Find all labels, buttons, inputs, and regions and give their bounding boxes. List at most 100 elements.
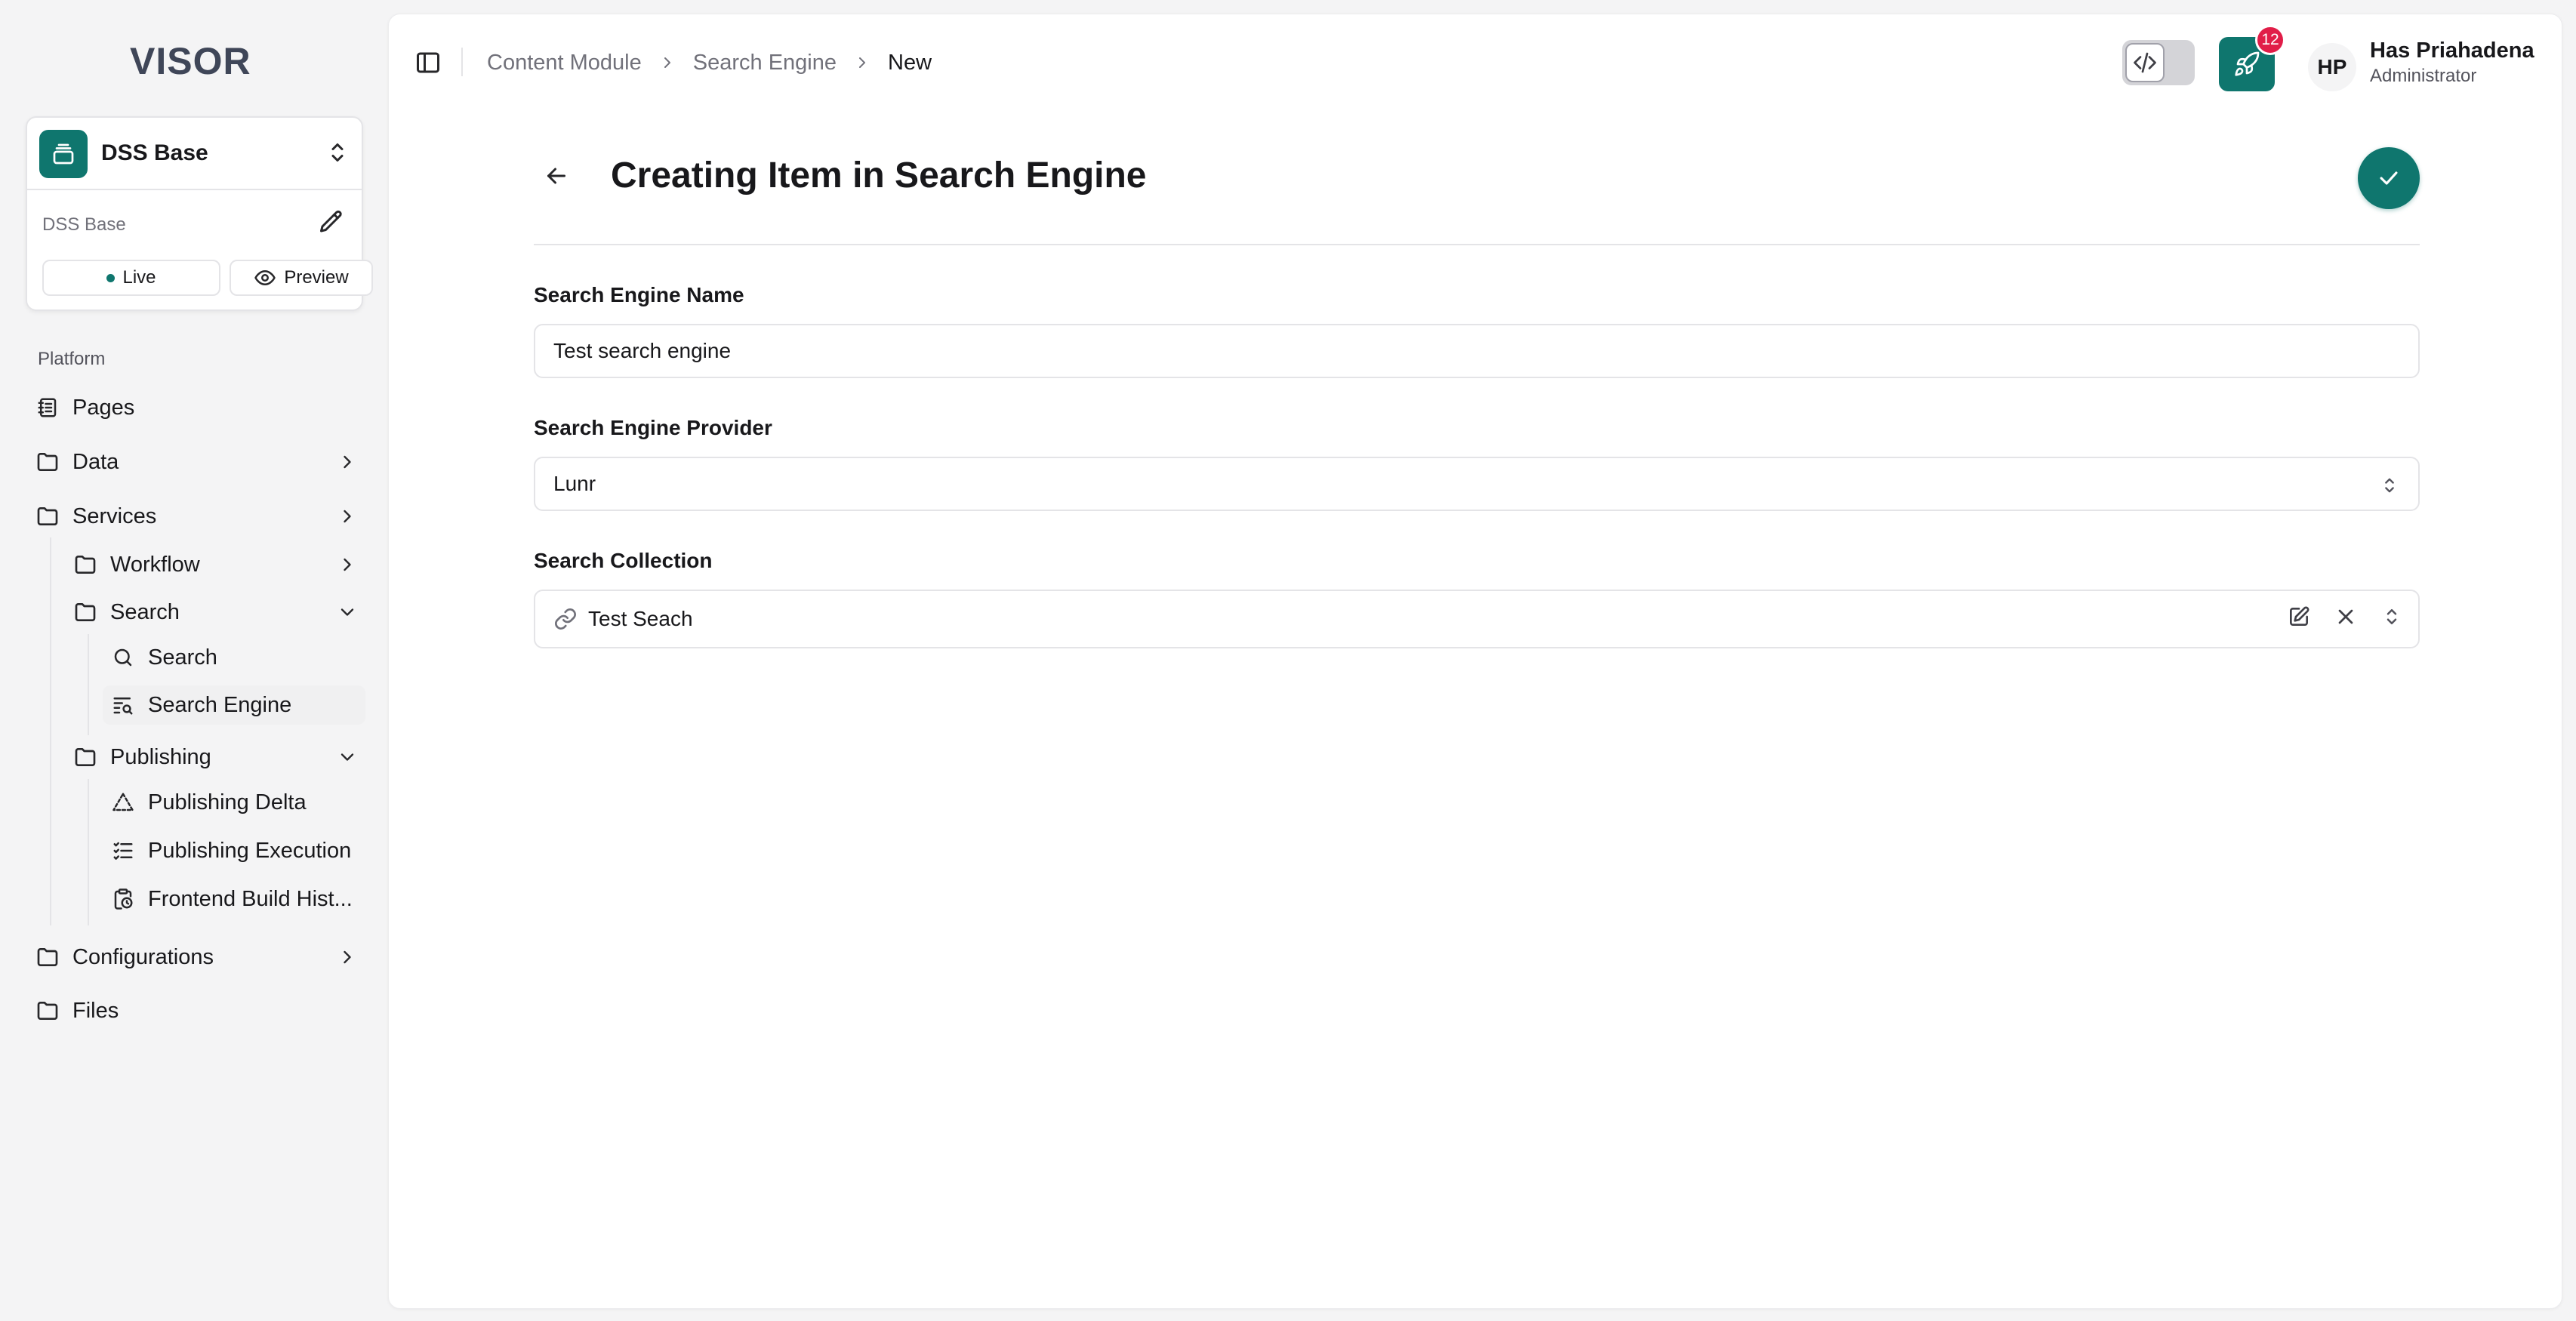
live-button[interactable]: Live: [42, 260, 220, 296]
search-icon: [110, 645, 136, 670]
link-icon: [553, 607, 578, 631]
folder-icon: [72, 744, 98, 770]
search-engine-name-input[interactable]: [553, 339, 2418, 363]
topbar-divider: [461, 48, 463, 76]
tree-line-services: [50, 537, 51, 925]
close-icon[interactable]: [2334, 605, 2358, 629]
folder-icon: [35, 944, 60, 970]
collection-selected-value: Test Seach: [588, 607, 693, 630]
sidebar-item-label: Configurations: [72, 944, 214, 969]
notebook-icon: [35, 395, 60, 420]
sidebar-item-pages[interactable]: Pages: [35, 388, 365, 427]
sidebar: VISOR DSS Base DSS Base Live Preview Pla…: [0, 0, 387, 1321]
sidebar-item-label: Data: [72, 449, 119, 474]
sidebar-item-configurations[interactable]: Configurations: [35, 938, 358, 977]
sidebar-item-label: Search: [110, 599, 180, 624]
clipboard-clock-icon: [110, 886, 136, 912]
breadcrumb: Content Module Search Engine New: [487, 48, 932, 78]
topbar: Content Module Search Engine New 12 HP H…: [389, 14, 2562, 111]
user-name: Has Priahadena: [2370, 38, 2534, 63]
page-title: Creating Item in Search Engine: [611, 156, 1147, 196]
project-switcher[interactable]: DSS Base: [27, 118, 362, 190]
chevrons-up-down-icon: [324, 139, 351, 166]
sidebar-item-files[interactable]: Files: [35, 991, 358, 1030]
collection-actions: [2287, 605, 2403, 629]
sidebar-item-frontend-build[interactable]: Frontend Build Hist...: [110, 879, 364, 919]
chevron-down-icon: [337, 747, 358, 768]
back-button[interactable]: [543, 162, 570, 189]
sidebar-item-label: Files: [72, 998, 119, 1023]
preview-button[interactable]: Preview: [230, 260, 373, 296]
live-label: Live: [122, 267, 156, 288]
sidebar-item-search-engine[interactable]: Search Engine: [103, 685, 365, 725]
check-icon: [2376, 165, 2402, 191]
tree-line-publishing: [88, 779, 89, 925]
project-subtitle: DSS Base: [42, 214, 126, 235]
pencil-icon[interactable]: [318, 208, 345, 236]
search-engine-provider-label: Search Engine Provider: [534, 416, 772, 439]
search-collection-label: Search Collection: [534, 549, 713, 572]
delta-icon: [110, 790, 136, 815]
sidebar-item-search-folder[interactable]: Search: [72, 593, 358, 632]
project-icon: [39, 130, 88, 178]
project-name: DSS Base: [101, 140, 208, 165]
rocket-icon: [2233, 51, 2260, 78]
provider-selected-value: Lunr: [553, 472, 596, 495]
sidebar-item-search[interactable]: Search: [110, 638, 364, 677]
sidebar-item-services[interactable]: Services: [35, 497, 358, 536]
arrow-left-icon: [547, 168, 565, 184]
sidebar-item-label: Publishing Delta: [148, 790, 307, 814]
sidebar-item-data[interactable]: Data: [35, 442, 358, 482]
avatar[interactable]: HP: [2308, 43, 2356, 91]
project-card: DSS Base DSS Base Live Preview: [26, 116, 373, 311]
chevron-right-icon: [337, 554, 358, 575]
sidebar-item-label: Workflow: [110, 552, 200, 577]
panel-left-icon[interactable]: [414, 49, 442, 76]
avatar-initials: HP: [2317, 55, 2347, 79]
sidebar-item-label: Publishing Execution: [148, 838, 352, 863]
save-button[interactable]: [2358, 147, 2420, 209]
preview-label: Preview: [284, 267, 349, 288]
chevron-down-icon: [337, 602, 358, 623]
user-role: Administrator: [2370, 66, 2477, 86]
live-status-dot: [106, 273, 116, 282]
app-logo-text: VISOR: [130, 40, 251, 82]
eye-icon: [254, 266, 276, 289]
text-search-icon: [110, 692, 136, 718]
sidebar-item-label: Search Engine: [148, 692, 292, 717]
sidebar-item-label: Frontend Build Hist...: [148, 886, 353, 911]
folder-icon: [35, 503, 60, 529]
search-engine-name-field[interactable]: [534, 324, 2420, 378]
chevron-right-icon: [658, 54, 676, 72]
chevron-right-icon: [337, 947, 358, 968]
folder-icon: [35, 998, 60, 1024]
chevrons-up-down-icon[interactable]: [2380, 605, 2403, 628]
breadcrumb-content-module[interactable]: Content Module: [487, 51, 642, 75]
chevrons-up-down-icon: [2379, 475, 2400, 496]
tree-line-search: [88, 634, 89, 735]
search-engine-provider-select[interactable]: Lunr: [534, 457, 2420, 511]
edit-icon[interactable]: [2287, 605, 2311, 629]
breadcrumb-current: New: [888, 50, 932, 75]
nav-group-platform: Platform: [38, 349, 106, 369]
notification-badge: 12: [2255, 25, 2285, 55]
sidebar-item-publishing-execution[interactable]: Publishing Execution: [110, 831, 364, 870]
code-view-toggle[interactable]: [2122, 40, 2195, 85]
sidebar-item-workflow[interactable]: Workflow: [72, 545, 358, 584]
code-icon: [2125, 43, 2165, 82]
sidebar-item-publishing-delta[interactable]: Publishing Delta: [110, 783, 364, 822]
sidebar-item-publishing[interactable]: Publishing: [72, 737, 358, 777]
folder-icon: [35, 449, 60, 475]
chevron-right-icon: [337, 506, 358, 527]
search-collection-field[interactable]: Test Seach: [534, 590, 2420, 648]
breadcrumb-search-engine[interactable]: Search Engine: [693, 51, 837, 75]
sidebar-item-label: Pages: [72, 395, 135, 420]
title-divider: [534, 244, 2420, 245]
chevron-right-icon: [337, 451, 358, 473]
list-checks-icon: [110, 838, 136, 864]
sidebar-item-label: Services: [72, 503, 157, 528]
chevron-right-icon: [853, 54, 871, 72]
app-logo[interactable]: VISOR: [130, 42, 251, 80]
sidebar-item-label: Search: [148, 645, 217, 670]
folder-icon: [72, 552, 98, 577]
